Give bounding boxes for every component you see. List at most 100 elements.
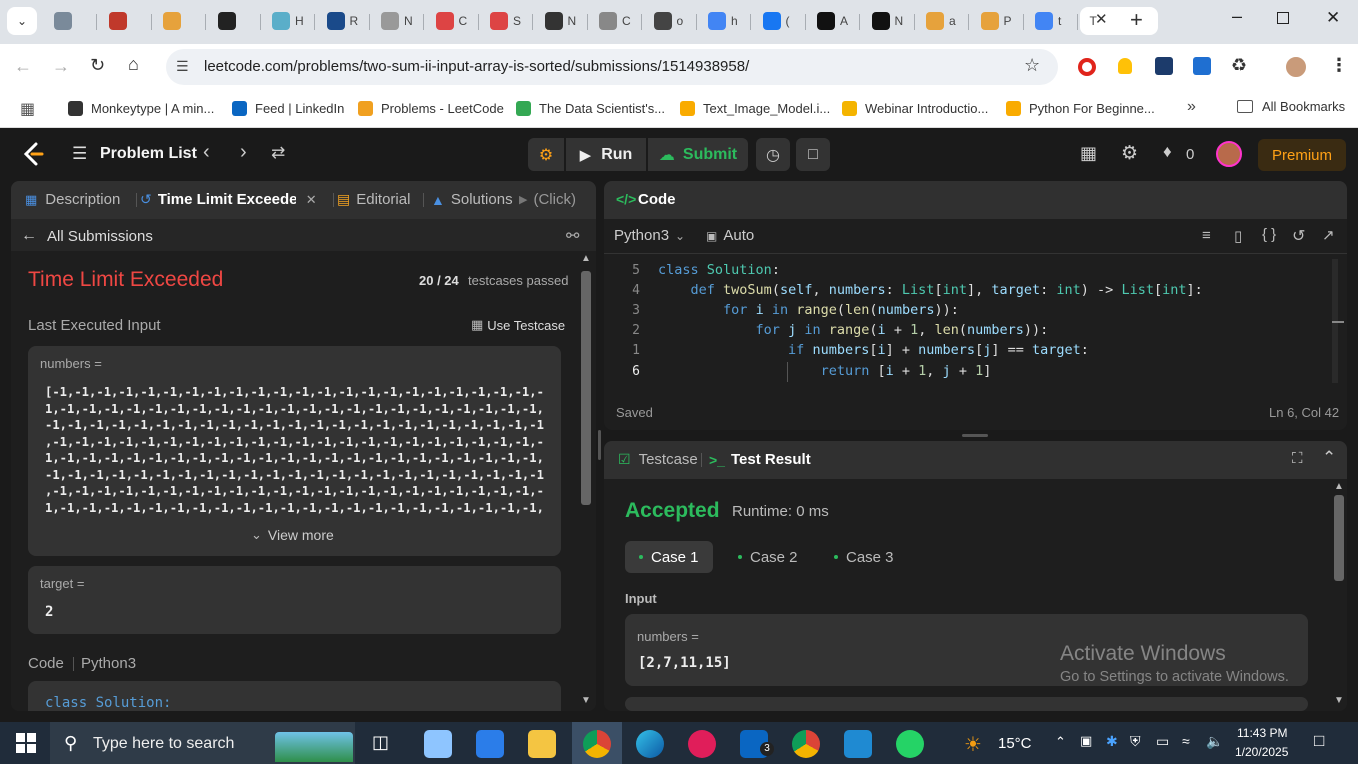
maximize-panel-icon[interactable]: ⛶ bbox=[1292, 450, 1303, 467]
weather-temp[interactable]: 15°C bbox=[998, 735, 1032, 752]
settings-gear-icon[interactable]: ⚙ bbox=[1121, 142, 1138, 165]
battery-icon[interactable]: ▭ bbox=[1156, 733, 1169, 750]
submit-button[interactable]: ☁ Submit bbox=[648, 138, 748, 171]
tab-editorial[interactable]: ▤ Editorial bbox=[337, 191, 410, 208]
leetcode-logo-icon[interactable] bbox=[22, 142, 46, 168]
bluetooth-icon[interactable]: ✱ bbox=[1106, 733, 1118, 750]
scroll-down-icon[interactable]: ▼ bbox=[1334, 695, 1344, 706]
tab-description[interactable]: ▦ Description bbox=[25, 191, 120, 208]
microsoft-store-icon[interactable] bbox=[476, 730, 504, 758]
code-line-2[interactable]: def twoSum(self, numbers: List[int], tar… bbox=[658, 282, 1203, 302]
result-scroll-thumb[interactable] bbox=[1334, 495, 1344, 581]
extension-icon-bulb[interactable] bbox=[1118, 58, 1132, 74]
extension-icon-editor[interactable] bbox=[1193, 57, 1211, 75]
tab-testcase[interactable]: ☑ Testcase bbox=[618, 451, 698, 468]
notifications-icon[interactable]: □ bbox=[1314, 731, 1324, 751]
new-tab-button[interactable]: + bbox=[1130, 7, 1143, 33]
browser-tab[interactable]: N bbox=[862, 7, 912, 35]
browser-tab[interactable]: ( bbox=[753, 7, 803, 35]
code-line-5[interactable]: if numbers[i] + numbers[j] == target: bbox=[658, 342, 1089, 362]
collapse-panel-icon[interactable]: ⌃ bbox=[1322, 448, 1336, 468]
code-line-4[interactable]: for j in range(i + 1, len(numbers)): bbox=[658, 322, 1049, 342]
bookmark-item[interactable]: Text_Image_Model.i... bbox=[680, 98, 830, 118]
list-icon[interactable]: ☰ bbox=[72, 144, 87, 164]
debugger-button[interactable]: ⚙ bbox=[528, 138, 564, 171]
use-testcase-button[interactable]: ▦ Use Testcase bbox=[471, 317, 565, 333]
extension-icon-badge[interactable] bbox=[1155, 57, 1173, 75]
run-button[interactable]: ▶ Run bbox=[566, 138, 646, 171]
bookmark-item[interactable]: Webinar Introductio... bbox=[842, 98, 988, 118]
weather-icon[interactable]: ☀ bbox=[964, 732, 982, 757]
all-bookmarks-link[interactable]: All Bookmarks bbox=[1262, 99, 1345, 114]
tab-time-limit-exceeded[interactable]: ↺ Time Limit Exceeded ✕ bbox=[140, 191, 317, 208]
browser-tab[interactable]: a bbox=[916, 7, 966, 35]
user-avatar[interactable] bbox=[1216, 141, 1242, 167]
browser-tab[interactable] bbox=[208, 7, 258, 35]
back-button[interactable]: ← bbox=[14, 56, 32, 77]
bookmark-item[interactable]: Monkeytype | A min... bbox=[68, 98, 214, 118]
bookmark-star-icon[interactable]: ☆ bbox=[1024, 55, 1040, 76]
share-link-icon[interactable]: ⚯ bbox=[566, 226, 579, 246]
clock-time[interactable]: 11:43 PM bbox=[1237, 726, 1287, 740]
browser-tab[interactable]: N bbox=[371, 7, 421, 35]
result-scrollbar[interactable]: ▲ ▼ bbox=[1332, 481, 1346, 709]
extensions-puzzle-icon[interactable]: ♻ bbox=[1231, 55, 1247, 76]
volume-icon[interactable]: 🔈 bbox=[1206, 733, 1223, 750]
prev-problem-icon[interactable]: ‹ bbox=[203, 141, 210, 164]
tab-click[interactable]: ▶ (Click) bbox=[519, 191, 576, 208]
tray-chevron-icon[interactable]: ⌃ bbox=[1055, 734, 1066, 750]
code-line-3[interactable]: for i in range(len(numbers)): bbox=[658, 302, 959, 322]
format-lines-icon[interactable]: ≡ bbox=[1202, 227, 1211, 244]
windows-start-icon[interactable] bbox=[16, 733, 36, 753]
code-line-6[interactable]: return [i + 1, j + 1] bbox=[658, 363, 992, 383]
timer-button[interactable]: ◷ bbox=[756, 138, 790, 171]
bookmark-item[interactable]: The Data Scientist's... bbox=[516, 98, 665, 118]
case-tab-2[interactable]: Case 2 bbox=[724, 541, 812, 573]
next-problem-icon[interactable]: › bbox=[240, 141, 247, 164]
restore-button[interactable] bbox=[1277, 12, 1289, 24]
browser-tab[interactable]: R bbox=[317, 7, 367, 35]
clock-date[interactable]: 1/20/2025 bbox=[1235, 745, 1288, 759]
browser-tab[interactable]: N bbox=[535, 7, 585, 35]
browser-tab[interactable]: t bbox=[1025, 7, 1075, 35]
layout-grid-icon[interactable]: ▦ bbox=[1080, 143, 1097, 164]
case-tab-1[interactable]: Case 1 bbox=[625, 541, 713, 573]
vscode-icon[interactable] bbox=[844, 730, 872, 758]
defender-icon[interactable]: ⛨ bbox=[1130, 733, 1141, 750]
braces-icon[interactable]: { } bbox=[1262, 226, 1276, 243]
home-button[interactable]: ⌂ bbox=[128, 54, 139, 75]
omnibox[interactable]: ☰ leetcode.com/problems/two-sum-ii-input… bbox=[166, 49, 1058, 85]
more-bookmarks-icon[interactable]: » bbox=[1187, 98, 1196, 116]
reload-button[interactable]: ↻ bbox=[90, 55, 105, 76]
problem-list-link[interactable]: Problem List bbox=[100, 145, 197, 163]
left-scroll-thumb[interactable] bbox=[581, 271, 591, 505]
scroll-down-icon[interactable]: ▼ bbox=[581, 695, 591, 706]
bookmark-icon[interactable]: ▯ bbox=[1234, 227, 1242, 245]
code-line-1[interactable]: class Solution: bbox=[658, 262, 780, 282]
left-scrollbar[interactable]: ▲ ▼ bbox=[579, 253, 593, 711]
edge-icon[interactable] bbox=[636, 730, 664, 758]
browser-tab[interactable]: C bbox=[426, 7, 476, 35]
forward-button[interactable]: → bbox=[52, 56, 70, 77]
browser-tab[interactable]: P bbox=[971, 7, 1021, 35]
editor-vscroll[interactable] bbox=[1332, 259, 1344, 383]
notes-button[interactable]: □ bbox=[796, 138, 830, 171]
horizontal-splitter[interactable] bbox=[962, 434, 988, 437]
language-select[interactable]: Python3 ⌄ bbox=[614, 227, 685, 244]
profile-avatar[interactable] bbox=[1284, 55, 1308, 79]
site-info-icon[interactable]: ☰ bbox=[176, 58, 189, 75]
chrome-icon[interactable] bbox=[583, 730, 611, 758]
reset-icon[interactable]: ↺ bbox=[1292, 226, 1305, 246]
bookmark-item[interactable]: Feed | LinkedIn bbox=[232, 98, 344, 118]
shuffle-icon[interactable]: ⇄ bbox=[271, 143, 285, 163]
browser-tab[interactable]: C bbox=[589, 7, 639, 35]
browser-tab[interactable] bbox=[153, 7, 203, 35]
taskbar-search-box[interactable]: ⚲ Type here to search bbox=[50, 722, 355, 764]
scroll-up-icon[interactable]: ▲ bbox=[581, 253, 591, 264]
slack-icon[interactable] bbox=[688, 730, 716, 758]
panel-splitter[interactable] bbox=[598, 430, 601, 460]
task-view-icon[interactable]: ◫ bbox=[372, 732, 389, 753]
close-window-button[interactable]: ✕ bbox=[1326, 8, 1340, 28]
opera-extension-icon[interactable] bbox=[1078, 58, 1096, 76]
tab-search-button[interactable]: ⌄ bbox=[7, 7, 37, 35]
